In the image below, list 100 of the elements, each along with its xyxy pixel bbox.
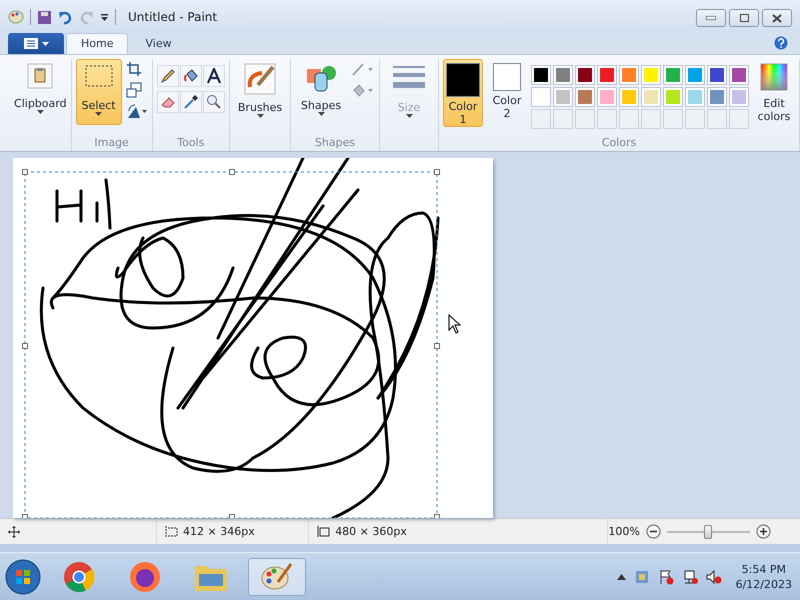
group-label: Colors [602,136,636,151]
pencil-icon [160,68,176,84]
palette-swatch[interactable] [597,87,617,107]
save-icon[interactable] [37,10,52,24]
taskbar-app-button[interactable] [248,558,306,596]
window-title: Untitled - Paint [128,10,218,24]
palette-swatch[interactable] [685,87,705,107]
palette-swatch[interactable] [597,65,617,85]
shapes-icon [305,63,337,93]
zoom-out-icon[interactable] [646,524,661,539]
undo-icon[interactable] [58,10,73,24]
edit-colors-button[interactable]: Edit colors [753,59,795,125]
menu-icon [24,38,38,49]
ribbon-tab[interactable]: Home [66,33,128,54]
empty-swatch[interactable] [575,109,595,129]
crop-icon[interactable] [126,61,142,77]
palette-swatch[interactable] [685,65,705,85]
eraser-tool[interactable] [156,91,179,113]
palette-swatch[interactable] [663,87,683,107]
text-tool[interactable] [202,65,225,87]
group-label: Image [94,136,129,151]
caret-icon [95,112,102,116]
eyedropper-icon [182,94,199,110]
zoom-percentage: 100% [608,525,640,538]
rotate-icon[interactable] [126,103,148,119]
minimize-button[interactable] [696,9,726,27]
magnifier-icon [206,94,222,110]
palette-swatch[interactable] [619,65,639,85]
close-button[interactable] [762,9,792,27]
network-icon[interactable] [682,568,698,584]
outline-icon[interactable] [351,61,375,77]
canvas-size-text: 480 × 360px [335,525,407,538]
empty-swatch[interactable] [685,109,705,129]
clock[interactable]: 5:54 PM 6/12/2023 [736,562,792,592]
palette-swatch[interactable] [531,87,551,107]
chrome-icon [63,560,95,592]
line-width-icon [393,63,425,91]
palette-swatch[interactable] [729,65,749,85]
empty-swatch[interactable] [663,109,683,129]
group-label: Tools [177,136,204,151]
help-icon[interactable] [774,36,788,50]
empty-swatch[interactable] [619,109,639,129]
pencil-tool[interactable] [156,65,179,87]
palette-swatch[interactable] [729,87,749,107]
palette-swatch[interactable] [641,87,661,107]
palette-icon [261,562,293,592]
app-menu-button[interactable] [8,33,64,54]
clipboard-button[interactable]: Clipboard [14,59,66,125]
empty-swatch[interactable] [729,109,749,129]
start-button[interactable] [4,558,42,596]
dropdown-icon[interactable] [100,13,109,21]
close-icon [772,14,782,22]
canvas-size-icon [317,526,330,538]
resize-icon[interactable] [126,82,142,98]
flag-icon[interactable] [658,568,674,584]
tray-expand-icon[interactable] [616,574,626,580]
color-spectrum-icon [760,63,788,91]
maximize-icon [740,14,748,22]
magnifier-tool[interactable] [202,91,225,113]
fill-tool[interactable] [180,65,202,87]
palette-swatch[interactable] [553,65,573,85]
color-picker-tool[interactable] [180,91,202,113]
clipboard-icon [27,63,54,89]
caret-icon [42,42,48,46]
letter-icon [206,68,222,84]
brushes-button[interactable]: Brushes [234,59,286,125]
select-button[interactable]: Select [76,59,122,125]
firefox-icon [129,560,161,592]
maximize-button[interactable] [729,9,759,27]
color-slot-button[interactable]: Color 1 [443,59,483,127]
caret-icon [256,114,264,118]
fill-icon[interactable] [351,82,375,98]
move-icon [8,526,20,538]
empty-swatch[interactable] [597,109,617,129]
paint-bucket-icon [182,68,199,84]
speaker-muted-icon[interactable] [706,568,722,584]
empty-swatch[interactable] [707,109,727,129]
caret-icon [406,114,412,118]
palette-swatch[interactable] [707,87,727,107]
palette-swatch[interactable] [663,65,683,85]
mouse-cursor-icon [448,314,461,334]
palette-swatch[interactable] [575,65,595,85]
scribble-drawing[interactable] [13,158,493,518]
palette-swatch[interactable] [575,87,595,107]
zoom-in-icon[interactable] [756,524,771,539]
zoom-slider-thumb[interactable] [704,524,712,538]
color-slot-button[interactable]: Color 2 [487,59,527,127]
palette-swatch[interactable] [531,65,551,85]
palette-swatch[interactable] [619,87,639,107]
empty-swatch[interactable] [553,109,573,129]
empty-swatch[interactable] [531,109,551,129]
palette-icon[interactable] [8,9,24,25]
empty-swatch[interactable] [641,109,661,129]
selection-size-text: 412 × 346px [183,525,255,538]
group-label: Shapes [314,136,356,151]
shapes-button[interactable]: Shapes [295,59,347,125]
palette-swatch[interactable] [707,65,727,85]
palette-swatch[interactable] [553,87,573,107]
ribbon-tab[interactable]: View [130,33,187,54]
palette-swatch[interactable] [641,65,661,85]
